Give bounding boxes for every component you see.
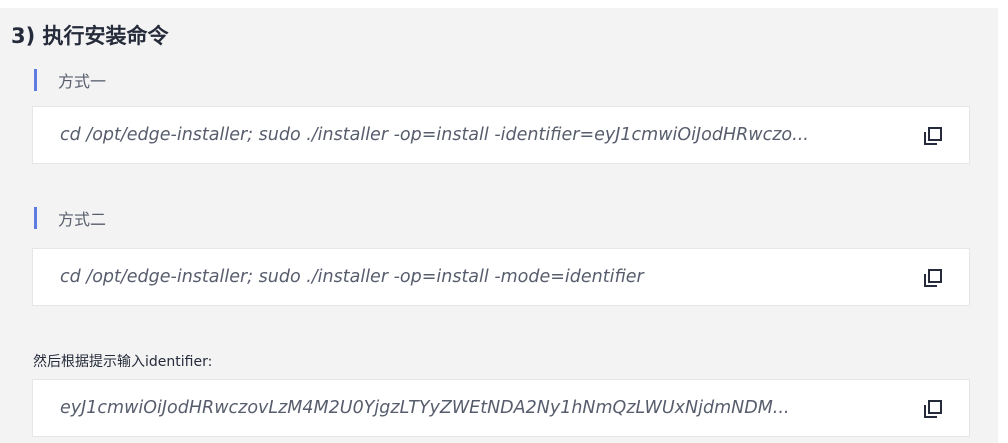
identifier-box: eyJ1cmwiOiJodHRwczovLzM4M2U0YjgzLTYyZWEt… — [32, 379, 970, 437]
method-two-header: 方式二 — [34, 206, 106, 230]
copy-icon[interactable] — [923, 268, 943, 288]
section-title: 3) 执行安装命令 — [11, 24, 169, 48]
method-one-accent-bar — [34, 69, 37, 91]
method-one-command-text[interactable]: cd /opt/edge-installer; sudo ./installer… — [60, 107, 918, 163]
identifier-value-text[interactable]: eyJ1cmwiOiJodHRwczovLzM4M2U0YjgzLTYyZWEt… — [60, 380, 918, 436]
copy-icon[interactable] — [923, 399, 943, 419]
method-one-header: 方式一 — [34, 68, 106, 92]
method-one-command-box: cd /opt/edge-installer; sudo ./installer… — [32, 106, 970, 164]
method-one-label: 方式一 — [58, 72, 107, 91]
method-two-label: 方式二 — [58, 210, 107, 229]
install-command-panel: 3) 执行安装命令 方式一 cd /opt/edge-installer; su… — [0, 8, 998, 443]
identifier-note: 然后根据提示输入identifier: — [33, 354, 213, 370]
copy-icon[interactable] — [923, 126, 943, 146]
method-two-command-text[interactable]: cd /opt/edge-installer; sudo ./installer… — [60, 249, 918, 305]
method-two-command-box: cd /opt/edge-installer; sudo ./installer… — [32, 248, 970, 306]
method-two-accent-bar — [34, 207, 37, 229]
